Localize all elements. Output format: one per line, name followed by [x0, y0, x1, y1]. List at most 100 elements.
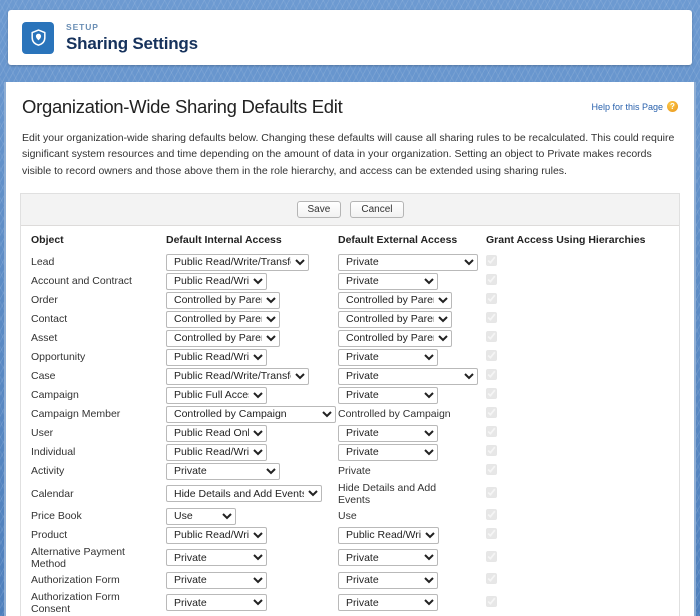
- internal-access-cell: Private: [156, 545, 328, 571]
- external-access-cell: Private: [328, 367, 478, 386]
- internal-access-select[interactable]: Private: [166, 571, 267, 589]
- external-access-cell: Private: [328, 571, 476, 590]
- external-access-select[interactable]: Private: [338, 594, 438, 612]
- grant-access-cell: [476, 481, 679, 507]
- table-row: Order Controlled by Parent Controlled by P…: [21, 291, 679, 310]
- table-row: Case Public Read/Write/Transfer Private: [21, 367, 679, 386]
- external-access-cell: Private: [328, 424, 476, 443]
- object-name-cell: User: [31, 427, 54, 440]
- page-header: Help for this Page ? Organization-Wide S…: [6, 82, 694, 118]
- external-access-select[interactable]: Private: [338, 253, 478, 271]
- column-header-internal: Default Internal Access: [156, 225, 328, 253]
- internal-access-select[interactable]: Public Read/Write: [166, 526, 267, 544]
- internal-access-cell: Public Read/Write: [156, 443, 328, 462]
- grant-access-cell: [476, 507, 679, 526]
- internal-access-cell: Public Read/Write/Transfer: [156, 367, 328, 386]
- internal-access-select[interactable]: Public Read Only: [166, 424, 267, 442]
- object-name-cell: Asset: [31, 332, 58, 345]
- object-name-cell: Authorization Form: [31, 574, 120, 587]
- table-row: Activity Private Private: [21, 462, 679, 481]
- external-access-cell: Private: [328, 545, 476, 571]
- internal-access-select[interactable]: Public Read/Write: [166, 443, 267, 461]
- internal-access-cell: Public Read/Write: [156, 526, 328, 545]
- table-row: Campaign Member Controlled by Campaign Con…: [21, 405, 679, 424]
- external-access-select[interactable]: Private: [338, 424, 438, 442]
- internal-access-select[interactable]: Public Full Access: [166, 386, 267, 404]
- external-access-select[interactable]: Controlled by Parent: [338, 310, 452, 328]
- table-row: Authorization Form Consent Private Private: [21, 590, 679, 616]
- setup-eyebrow: SETUP: [66, 21, 99, 32]
- grant-access-cell: [476, 329, 679, 348]
- internal-access-select[interactable]: Controlled by Parent: [166, 291, 280, 309]
- internal-access-select[interactable]: Private: [166, 549, 267, 567]
- external-access-select[interactable]: Private: [338, 367, 478, 385]
- external-access-cell: Private: [328, 386, 476, 405]
- grant-access-checkbox: [486, 573, 497, 585]
- external-access-text: Private: [338, 465, 371, 478]
- page-title: Organization-Wide Sharing Defaults Edit: [22, 96, 343, 117]
- internal-access-cell: Public Read/Write/Transfer: [156, 253, 328, 272]
- table-row: Alternative Payment Method Private Private: [21, 545, 679, 571]
- external-access-select[interactable]: Private: [338, 549, 438, 567]
- grant-access-checkbox: [486, 426, 497, 438]
- internal-access-select[interactable]: Controlled by Parent: [166, 329, 280, 347]
- object-name-cell: Price Book: [31, 510, 82, 523]
- external-access-text: Controlled by Campaign: [338, 408, 451, 421]
- table-row: Opportunity Public Read/Write Private: [21, 348, 679, 367]
- grant-access-cell: [476, 462, 679, 481]
- object-name-cell: Opportunity: [31, 351, 86, 364]
- column-header-external: Default External Access: [328, 225, 476, 253]
- external-access-select[interactable]: Public Read/Write: [338, 526, 439, 544]
- grant-access-cell: [476, 253, 679, 272]
- internal-access-select[interactable]: Public Read/Write/Transfer: [166, 367, 309, 385]
- table-row: Authorization Form Private Private: [21, 571, 679, 590]
- grant-access-cell: [476, 310, 679, 329]
- grant-access-checkbox: [486, 464, 497, 476]
- external-access-select[interactable]: Private: [338, 571, 438, 589]
- internal-access-select[interactable]: Hide Details and Add Events: [166, 485, 322, 503]
- table-row: Individual Public Read/Write Private: [21, 443, 679, 462]
- internal-access-select[interactable]: Public Read/Write/Transfer: [166, 253, 309, 271]
- internal-access-cell: Controlled by Campaign: [156, 405, 336, 424]
- external-access-select[interactable]: Private: [338, 386, 438, 404]
- internal-access-cell: Hide Details and Add Events: [156, 481, 328, 507]
- object-name-cell: Individual: [31, 446, 76, 459]
- top-button-bar: Save Cancel: [21, 193, 679, 226]
- external-access-select[interactable]: Controlled by Parent: [338, 291, 452, 309]
- internal-access-cell: Controlled by Parent: [156, 329, 328, 348]
- grant-access-checkbox: [486, 350, 497, 362]
- internal-access-select[interactable]: Controlled by Parent: [166, 310, 280, 328]
- grant-access-checkbox: [486, 528, 497, 540]
- organization-wide-defaults-table: Object Default Internal Access Default E…: [21, 225, 679, 616]
- grant-access-cell: [476, 348, 679, 367]
- table-body: Lead Public Read/Write/Transfer Private Acc…: [21, 253, 679, 616]
- external-access-select[interactable]: Private: [338, 348, 438, 366]
- external-access-select[interactable]: Private: [338, 272, 438, 290]
- cancel-button[interactable]: Cancel: [350, 200, 404, 218]
- object-name-cell: Campaign Member: [31, 408, 121, 421]
- internal-access-select[interactable]: Private: [166, 594, 267, 612]
- internal-access-select[interactable]: Public Read/Write: [166, 348, 267, 366]
- grant-access-cell: [476, 367, 679, 386]
- grant-access-checkbox: [486, 293, 497, 305]
- internal-access-select[interactable]: Private: [166, 462, 280, 480]
- internal-access-cell: Private: [156, 462, 328, 481]
- shield-icon: [22, 21, 54, 54]
- save-button[interactable]: Save: [296, 200, 342, 218]
- internal-access-cell: Public Read/Write: [156, 348, 328, 367]
- external-access-select[interactable]: Controlled by Parent: [338, 329, 452, 347]
- external-access-text: Use: [338, 510, 357, 523]
- table-row: Campaign Public Full Access Private: [21, 386, 679, 405]
- grant-access-checkbox: [486, 595, 497, 607]
- grant-access-checkbox: [486, 255, 497, 267]
- internal-access-select[interactable]: Use: [166, 507, 236, 525]
- internal-access-select[interactable]: Public Read/Write: [166, 272, 267, 290]
- internal-access-select[interactable]: Controlled by Campaign: [166, 405, 336, 423]
- external-access-select[interactable]: Private: [338, 443, 438, 461]
- grant-access-checkbox: [486, 486, 497, 498]
- grant-access-cell: [476, 405, 679, 424]
- grant-access-cell: [476, 526, 679, 545]
- column-header-object: Object: [21, 225, 156, 253]
- help-icon: ?: [667, 101, 678, 112]
- help-for-this-page-link[interactable]: Help for this Page ?: [591, 101, 678, 112]
